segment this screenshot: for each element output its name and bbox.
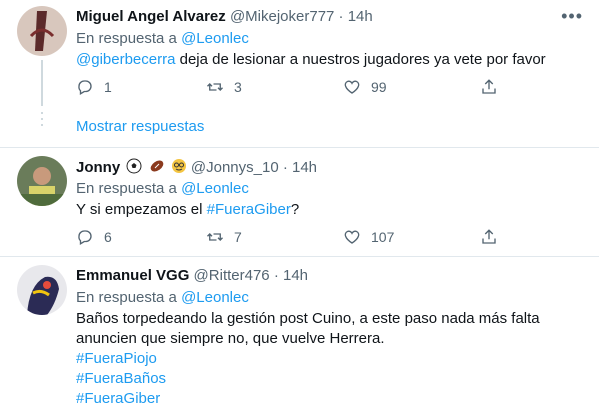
avatar[interactable]	[17, 156, 67, 206]
show-replies-link[interactable]: Mostrar respuestas	[76, 118, 204, 135]
display-name[interactable]: Jonny	[76, 159, 120, 176]
heart-icon	[344, 80, 360, 94]
reply-button[interactable]: 6	[76, 228, 112, 246]
like-count: 107	[371, 229, 395, 245]
soccer-ball-icon	[126, 158, 142, 174]
reply-prefix: En respuesta a	[76, 289, 177, 306]
display-name[interactable]: Miguel Angel Alvarez	[76, 8, 226, 25]
tweet-actions: 6 7 107	[76, 228, 516, 250]
tweet-body-line: anuncien que siempre no, que vuelve Herr…	[76, 330, 385, 347]
retweet-button[interactable]: 3	[206, 78, 242, 96]
like-button[interactable]: 99	[343, 78, 387, 96]
share-icon	[482, 229, 496, 244]
tweet-body-text: Y si empezamos el	[76, 201, 207, 218]
reply-to-line: En respuesta a @Leonlec	[76, 289, 249, 306]
timestamp[interactable]: 14h	[292, 159, 317, 176]
retweet-count: 3	[234, 79, 242, 95]
reply-handle-link[interactable]: @Leonlec	[181, 30, 249, 47]
retweet-count: 7	[234, 229, 242, 245]
like-button[interactable]: 107	[343, 228, 394, 246]
share-button[interactable]	[480, 78, 498, 96]
reply-prefix: En respuesta a	[76, 30, 177, 47]
user-handle[interactable]: @Ritter476	[194, 267, 270, 284]
share-button[interactable]	[480, 228, 498, 246]
hashtag-link[interactable]: #FueraGiber	[76, 389, 581, 409]
reply-prefix: En respuesta a	[76, 180, 177, 197]
tweet-1[interactable]: Miguel Angel Alvarez @Mikejoker777 · 14h…	[0, 0, 599, 148]
hashtag-link[interactable]: #FueraGiber	[207, 201, 291, 218]
tweet-3[interactable]: Emmanuel VGG @Ritter476 · 14h En respues…	[0, 257, 599, 416]
separator: ·	[282, 159, 288, 176]
thread-dots	[41, 118, 43, 120]
tweet-body-text: deja de lesionar a nuestros jugadores ya…	[175, 51, 546, 68]
retweet-button[interactable]: 7	[206, 228, 242, 246]
user-handle[interactable]: @Jonnys_10	[191, 159, 279, 176]
reply-count: 6	[104, 229, 112, 245]
tweet-header: Miguel Angel Alvarez @Mikejoker777 · 14h	[76, 8, 373, 28]
tweet-actions: 1 3 99	[76, 78, 516, 100]
share-icon	[482, 79, 496, 94]
timestamp[interactable]: 14h	[348, 8, 373, 25]
reply-to-line: En respuesta a @Leonlec	[76, 30, 249, 47]
more-options-icon[interactable]: •••	[561, 6, 583, 27]
football-icon	[150, 160, 163, 172]
reply-button[interactable]: 1	[76, 78, 112, 96]
thread-dots	[41, 124, 43, 126]
tweet-header: Jonny @Jonnys_10 · 14h	[76, 158, 317, 178]
avatar[interactable]	[17, 6, 67, 56]
tweet-header: Emmanuel VGG @Ritter476 · 14h	[76, 267, 308, 287]
like-count: 99	[371, 79, 387, 95]
reply-handle-link[interactable]: @Leonlec	[181, 289, 249, 306]
tweet-text: Baños torpedeando la gestión post Cuino,…	[76, 309, 581, 409]
reply-icon	[78, 80, 92, 95]
tweet-body-text: ?	[290, 201, 300, 218]
reply-count: 1	[104, 79, 112, 95]
nerd-face-icon	[171, 159, 186, 173]
retweet-icon	[207, 233, 223, 241]
user-handle[interactable]: @Mikejoker777	[230, 8, 334, 25]
thread-line	[41, 60, 43, 106]
mention-link[interactable]: @giberbecerra	[76, 51, 175, 68]
reply-handle-link[interactable]: @Leonlec	[181, 180, 249, 197]
tweet-body-line: Baños torpedeando la gestión post Cuino,…	[76, 310, 540, 327]
tweet-text: @giberbecerra deja de lesionar a nuestro…	[76, 50, 581, 70]
separator: ·	[338, 8, 344, 25]
separator: ·	[273, 267, 279, 284]
tweet-text: Y si empezamos el #FueraGiber?	[76, 200, 581, 220]
hashtag-link[interactable]: #FueraBaños	[76, 369, 581, 389]
retweet-icon	[207, 83, 223, 91]
hashtag-link[interactable]: #FueraPiojo	[76, 349, 581, 369]
heart-icon	[344, 230, 360, 244]
tweet-2[interactable]: Jonny @Jonnys_10 · 14h En respuesta a @L…	[0, 148, 599, 256]
avatar[interactable]	[17, 265, 67, 315]
reply-to-line: En respuesta a @Leonlec	[76, 180, 249, 197]
timestamp[interactable]: 14h	[283, 267, 308, 284]
display-name[interactable]: Emmanuel VGG	[76, 267, 189, 284]
reply-icon	[78, 230, 92, 245]
thread-dots	[41, 112, 43, 114]
